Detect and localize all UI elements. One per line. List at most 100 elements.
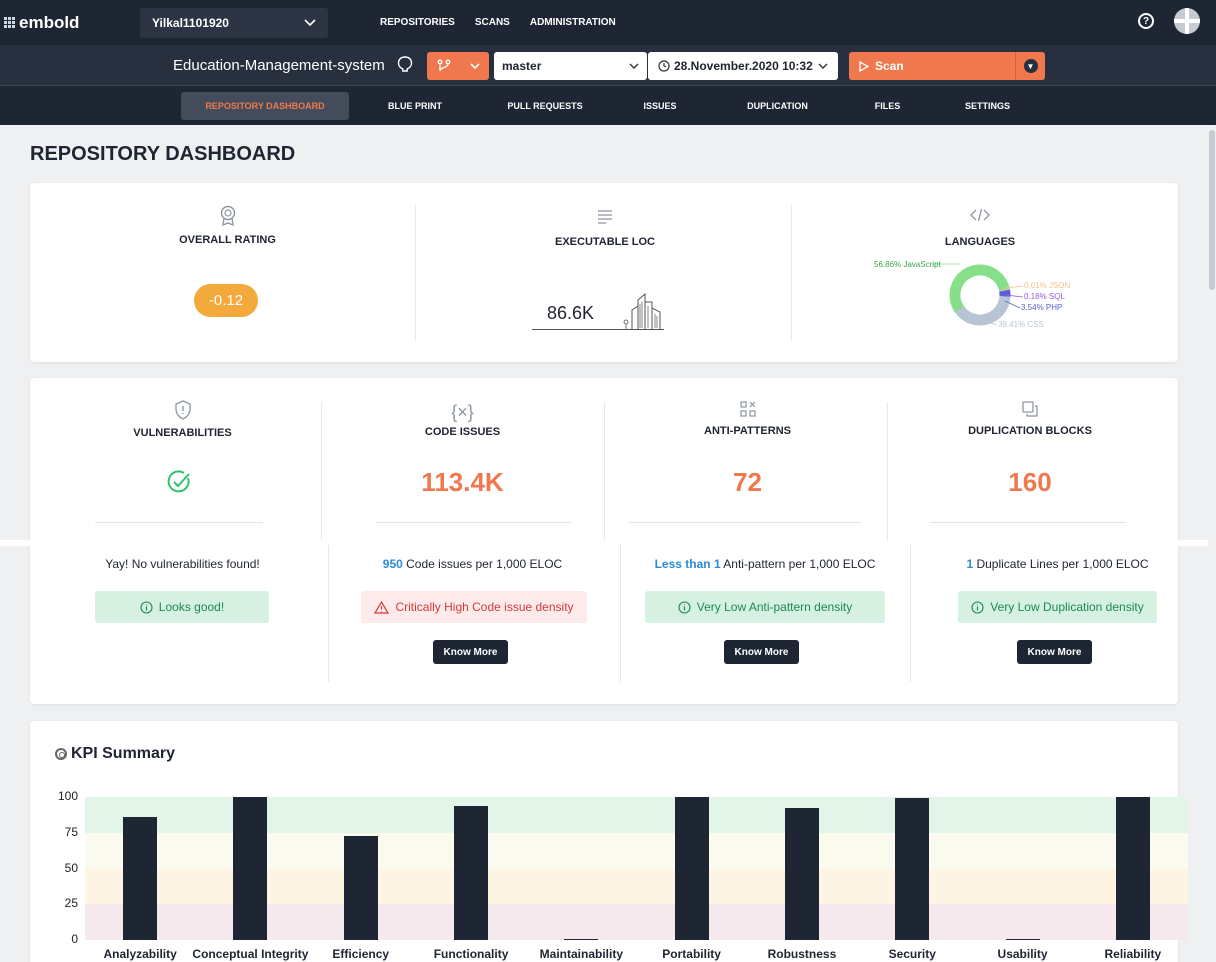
info-icon [971, 600, 984, 614]
x-tick-label: Robustness [767, 947, 837, 961]
grid-x-icon [739, 401, 756, 417]
language-label: 3.54% PHP [1021, 303, 1062, 312]
kpi-bar[interactable] [674, 797, 709, 940]
chevron-down-icon [469, 62, 480, 69]
nav-scans[interactable]: SCANS [475, 17, 510, 28]
anti-patterns-value: 72 [733, 467, 762, 497]
duplication-badge: Very Low Duplication density [958, 591, 1157, 623]
kpi-title: KPI Summary [55, 745, 175, 763]
languages-metric: LANGUAGES [910, 207, 1050, 248]
anti-patterns-density: Less than 1 Anti-pattern per 1,000 ELOC [654, 557, 876, 571]
nav-repositories[interactable]: REPOSITORIES [380, 17, 455, 28]
vulnerabilities-metric: VULNERABILITIES [110, 400, 255, 439]
target-icon [55, 748, 67, 760]
overall-rating-value: -0.12 [194, 284, 258, 317]
copy-icon [1022, 401, 1038, 417]
x-tick-label: Analyzability [103, 947, 177, 961]
tab-pull-requests[interactable]: PULL REQUESTS [495, 92, 595, 120]
code-issues-value: 113.4K [421, 467, 504, 497]
page-title: REPOSITORY DASHBOARD [30, 143, 296, 165]
code-issues-know-more-button[interactable]: Know More [433, 640, 508, 664]
top-navbar: embold Yilkal1101920 REPOSITORIES SCANS … [0, 0, 1216, 45]
tab-duplication[interactable]: DUPLICATION [730, 92, 825, 120]
shield-icon [174, 400, 191, 420]
languages-title: LANGUAGES [944, 236, 1016, 248]
kpi-bar[interactable] [1115, 797, 1150, 940]
branch-button[interactable] [427, 52, 489, 80]
chevron-down-icon [304, 18, 316, 26]
scrollbar-thumb[interactable] [1209, 130, 1215, 290]
branch-icon [437, 59, 450, 72]
x-tick-label: Functionality [433, 947, 509, 961]
help-icon[interactable]: ? [1138, 13, 1154, 29]
branch-select[interactable]: master [494, 52, 647, 80]
anti-patterns-badge: Very Low Anti-pattern density [645, 591, 885, 623]
scan-button[interactable]: Scan [849, 52, 1015, 80]
executable-loc-metric: EXECUTABLE LOC [530, 207, 680, 248]
code-issues-badge: Critically High Code issue density [361, 591, 587, 623]
kpi-bar[interactable] [895, 798, 930, 940]
tab-repository-dashboard[interactable]: REPOSITORY DASHBOARD [181, 92, 349, 120]
nav-administration[interactable]: ADMINISTRATION [530, 17, 616, 28]
tab-files[interactable]: FILES [860, 92, 915, 120]
duplication-value: 160 [1008, 467, 1052, 497]
duplication-density: 1 Duplicate Lines per 1,000 ELOC [966, 557, 1149, 571]
tab-settings[interactable]: SETTINGS [950, 92, 1025, 120]
y-tick-label: 25 [64, 896, 78, 911]
language-label: 56.86% JavaScript [874, 260, 941, 269]
lines-icon [598, 210, 612, 224]
code-issues-density: 950 Code issues per 1,000 ELOC [382, 557, 563, 571]
executable-loc-value: 86.6K [547, 303, 595, 323]
y-tick-label: 50 [64, 860, 78, 875]
x-tick-label: Efficiency [332, 947, 390, 961]
language-label: 39.41% CSS [998, 320, 1044, 329]
x-tick-label: Security [888, 947, 936, 961]
warning-icon [374, 600, 390, 614]
kpi-bar[interactable] [233, 797, 268, 940]
kpi-bar[interactable] [123, 817, 158, 940]
scan-options-button[interactable]: ▼ [1015, 52, 1045, 80]
vulnerabilities-title: VULNERABILITIES [133, 427, 232, 439]
chevron-down-icon [629, 63, 639, 69]
repo-bar: Education-Management-system master 28.No… [0, 45, 1216, 86]
variable-icon: {×} [451, 402, 474, 422]
info-icon [140, 600, 153, 614]
kpi-bar[interactable] [564, 938, 599, 940]
repo-tabs: REPOSITORY DASHBOARD BLUE PRINT PULL REQ… [0, 86, 1216, 125]
duplication-metric: DUPLICATION BLOCKS [955, 400, 1105, 437]
play-icon [859, 60, 869, 72]
code-icon [970, 208, 990, 222]
scan-date-select[interactable]: 28.November.2020 10:32 [648, 52, 838, 80]
donut-slice[interactable] [954, 295, 1011, 326]
languages-donut-chart: 56.86% JavaScript 0.01% JSON 0.18% SQL 3.54… [874, 260, 1070, 329]
github-icon[interactable] [397, 56, 413, 72]
y-tick-label: 75 [64, 824, 78, 839]
x-tick-label: Maintainability [539, 947, 624, 961]
y-tick-label: 0 [71, 932, 78, 946]
x-tick-label: Reliability [1104, 947, 1162, 961]
tab-issues[interactable]: ISSUES [630, 92, 690, 120]
kpi-bar[interactable] [784, 808, 819, 940]
donut-slice[interactable] [949, 264, 1010, 314]
anti-patterns-title: ANTI-PATTERNS [704, 425, 791, 437]
branch-value: master [502, 59, 542, 73]
kpi-bar[interactable] [1005, 938, 1040, 940]
anti-patterns-know-more-button[interactable]: Know More [724, 640, 799, 664]
language-label: 0.01% JSON [1024, 281, 1070, 290]
kpi-bar[interactable] [343, 835, 378, 940]
kpi-bar[interactable] [454, 805, 489, 940]
y-tick-label: 100 [57, 789, 78, 803]
check-circle-icon [167, 470, 190, 493]
org-select[interactable]: Yilkal1101920 [140, 7, 328, 38]
x-tick-label: Portability [662, 947, 721, 961]
overall-rating-title: OVERALL RATING [179, 234, 276, 246]
chevron-down-icon: ▼ [1023, 59, 1038, 73]
avatar[interactable] [1174, 8, 1200, 34]
chevron-down-icon [818, 63, 828, 69]
brand-logo[interactable]: embold [0, 13, 140, 33]
loc-baseline [532, 329, 664, 330]
duplication-know-more-button[interactable]: Know More [1017, 640, 1092, 664]
tab-blue-print[interactable]: BLUE PRINT [375, 92, 455, 120]
scan-date-value: 28.November.2020 10:32 [674, 59, 813, 73]
info-icon [678, 600, 691, 614]
